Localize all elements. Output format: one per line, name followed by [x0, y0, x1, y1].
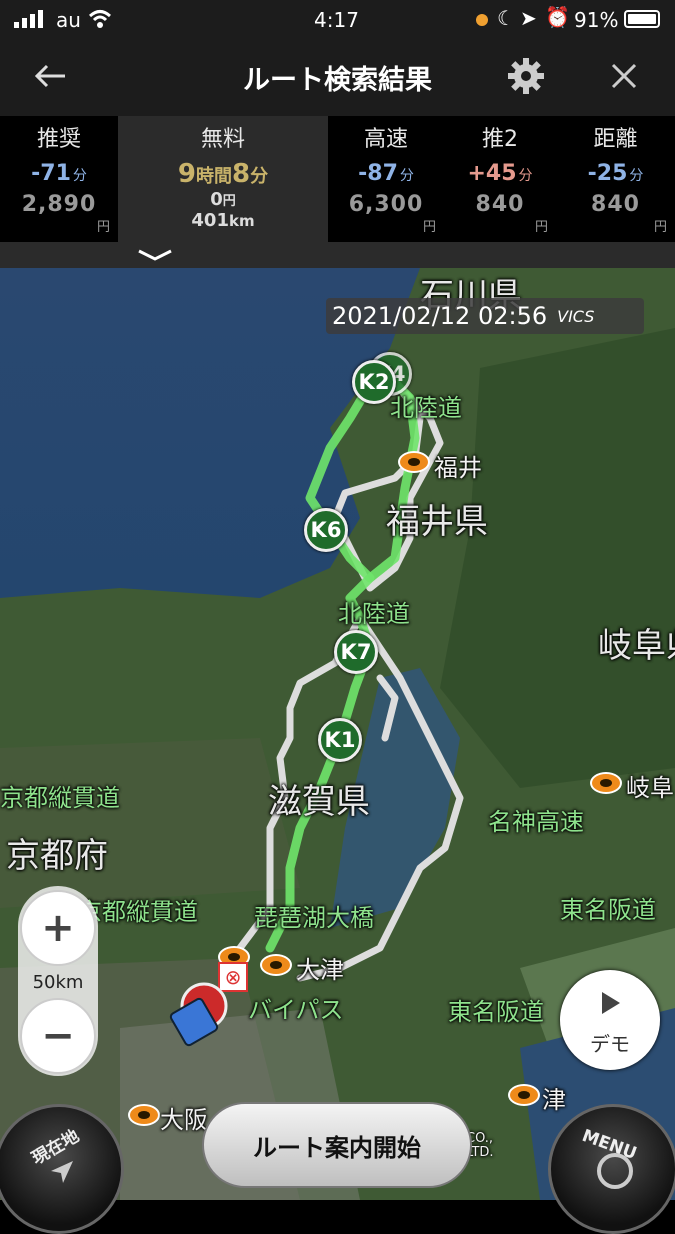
label-tomei-road: 東名阪道 [560, 896, 656, 924]
battery-icon [624, 10, 660, 28]
status-bar: au 4:17 ☾ ➤ ⏰ 91% [0, 0, 675, 40]
tab-free[interactable]: 無料 9時間8分 0円 401km [118, 116, 328, 242]
toll-price: 2,890 [21, 192, 97, 217]
tab-label: 無料 [200, 127, 245, 152]
label-fukui-pref: 福井県 [386, 502, 488, 542]
yen-unit: 円 [653, 220, 667, 235]
menu-knob-icon [597, 1153, 633, 1189]
carrier-label: au [56, 8, 81, 32]
label-kyoto-jukan: 京都縦貫道 [0, 784, 120, 812]
wifi-icon [88, 10, 112, 28]
yen-unit: 円 [422, 220, 436, 235]
waypoint-k1[interactable]: K1 [318, 718, 362, 762]
route-tabs: 推奨 -71 分 2,890 円 無料 9時間8分 0円 401km 高速 -87… [0, 116, 675, 242]
tab-distance[interactable]: 距離 -25 分 840 円 [556, 116, 675, 242]
clock: 4:17 [314, 8, 359, 32]
tab-highway[interactable]: 高速 -87 分 6,300 円 [328, 116, 444, 242]
toll-price: 840 [591, 192, 640, 217]
ic-fukui-icon [398, 451, 430, 473]
time-diff: -87 分 [358, 161, 414, 186]
navigation-arrow-icon [51, 1161, 73, 1183]
tab-recommended[interactable]: 推奨 -71 分 2,890 円 [0, 116, 118, 242]
label-hokuriku-road: 北陸道 [390, 394, 462, 422]
zoom-control: + 50km − [18, 886, 98, 1076]
label-fukui-city: 福井 [434, 454, 482, 482]
label-gifu-city: 岐阜 [626, 774, 674, 802]
label-biwako-bridge: 琵琶湖大橋 [254, 904, 374, 932]
waypoint-k7[interactable]: K7 [334, 630, 378, 674]
alarm-icon: ⏰ [545, 5, 570, 29]
ic-osaka-icon [128, 1104, 160, 1126]
label-bypass: バイパス [248, 996, 344, 1024]
distance: 401km [191, 210, 255, 231]
toll-price: 0円 [210, 189, 236, 210]
vics-logo: VICS [557, 306, 595, 326]
label-gifu-pref: 岐阜県 [598, 626, 675, 666]
demo-button[interactable]: デモ [560, 970, 660, 1070]
yen-unit: 円 [96, 220, 110, 235]
toll-price: 840 [475, 192, 525, 217]
orange-dot-icon [476, 14, 488, 26]
car-position-icon [169, 982, 228, 1047]
waypoint-k2[interactable]: K2 [352, 360, 396, 404]
toll-price: 6,300 [348, 192, 424, 217]
menu-button[interactable]: MENU [548, 1104, 675, 1234]
tab-label: 推奨 [36, 127, 81, 152]
close-button[interactable] [602, 54, 646, 98]
zoom-out-button[interactable]: − [20, 998, 96, 1074]
settings-button[interactable] [504, 54, 548, 98]
time-diff: -71 分 [31, 161, 87, 186]
play-icon [602, 992, 620, 1014]
start-guidance-button[interactable]: ルート案内開始 [202, 1102, 472, 1188]
page-title: ルート検索結果 [243, 65, 432, 96]
ic-tsu-icon [508, 1084, 540, 1106]
label-tomei-road-2: 東名阪道 [448, 998, 544, 1026]
moon-icon: ☾ [497, 6, 515, 30]
travel-time: 9時間8分 [177, 159, 269, 189]
gear-icon [508, 58, 544, 94]
location-icon: ➤ [520, 6, 537, 30]
label-tsu: 津 [542, 1086, 566, 1114]
tab-label: 高速 [363, 127, 408, 152]
tab-recommended-2[interactable]: 推2 +45 分 840 円 [444, 116, 556, 242]
tab-label: 推2 [482, 127, 518, 152]
label-otsu: 大津 [296, 956, 344, 984]
battery-percent: 91% [574, 8, 619, 32]
demo-label: デモ [590, 1032, 630, 1056]
expand-bar[interactable] [0, 242, 675, 268]
label-hokuriku-road-2: 北陸道 [338, 600, 410, 628]
zoom-in-button[interactable]: + [20, 890, 96, 966]
signal-icon [14, 10, 43, 28]
label-osaka: 大阪 [160, 1106, 208, 1134]
time-diff: -25 分 [587, 161, 644, 186]
ic-gifu-icon [590, 772, 622, 794]
vics-timestamp: 2021/02/12 02:56 VICS [326, 298, 644, 334]
current-location-button[interactable]: 現在地 [0, 1104, 124, 1234]
close-icon [611, 63, 637, 89]
label-shiga-pref: 滋賀県 [268, 782, 370, 822]
nav-header: ルート検索結果 [0, 40, 675, 116]
ic-otsu-icon [260, 954, 292, 976]
chevron-down-icon [138, 249, 172, 261]
waypoint-k6[interactable]: K6 [304, 508, 348, 552]
map-scale: 50km [32, 972, 84, 993]
route-map[interactable]: 石川県 北陸道 福井 福井県 北陸道 岐阜県 滋賀県 京都縦貫道 京都府 名神高… [0, 268, 675, 1200]
yen-unit: 円 [534, 220, 548, 235]
tab-label: 距離 [593, 127, 638, 152]
label-kyoto-pref: 京都府 [6, 836, 108, 876]
time-diff: +45 分 [467, 161, 533, 186]
label-meishin: 名神高速 [488, 808, 584, 836]
